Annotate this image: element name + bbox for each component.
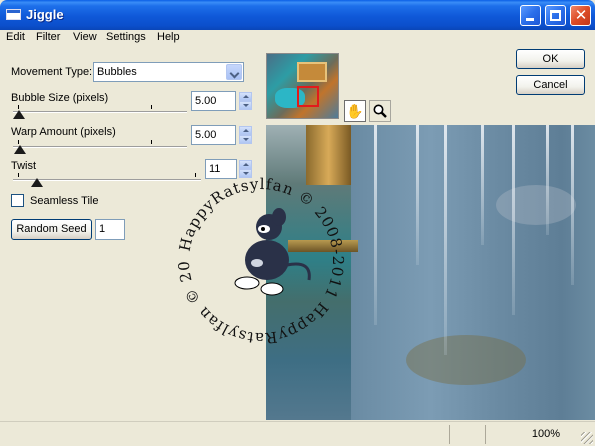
slider-tick xyxy=(151,140,152,144)
bubble-size-label: Bubble Size (pixels) xyxy=(11,92,109,104)
movement-type-label: Movement Type: xyxy=(11,66,93,78)
thumbnail-frame xyxy=(297,62,327,82)
seamless-tile-checkbox[interactable] xyxy=(11,194,24,207)
warp-amount-label: Warp Amount (pixels) xyxy=(11,126,116,138)
seamless-tile-label[interactable]: Seamless Tile xyxy=(30,195,98,207)
bubble-size-value: 5.00 xyxy=(195,95,217,107)
warp-amount-value: 5.00 xyxy=(195,129,217,141)
bubble-size-slider-thumb[interactable] xyxy=(13,110,25,119)
cancel-button[interactable]: Cancel xyxy=(516,75,585,95)
cartoon-rat-image xyxy=(234,208,311,296)
slider-tick xyxy=(18,140,19,144)
warp-amount-track[interactable] xyxy=(13,146,187,148)
warp-amount-input[interactable]: 5.00 xyxy=(191,125,236,145)
movement-type-select[interactable]: Bubbles xyxy=(93,62,244,82)
preview-drip xyxy=(571,125,574,285)
spin-up-icon[interactable] xyxy=(239,92,252,101)
spin-down-icon[interactable] xyxy=(239,101,252,110)
slider-tick xyxy=(18,105,19,109)
minimize-button[interactable] xyxy=(520,5,541,26)
slider-tick xyxy=(151,105,152,109)
preview-drip xyxy=(444,125,447,355)
warp-amount-slider-thumb[interactable] xyxy=(14,145,26,154)
close-button[interactable]: ✕ xyxy=(570,5,591,26)
menu-settings[interactable]: Settings xyxy=(106,31,146,43)
bubble-size-input[interactable]: 5.00 xyxy=(191,91,236,111)
warp-amount-spinner[interactable] xyxy=(239,126,252,144)
menu-help[interactable]: Help xyxy=(157,31,180,43)
status-bar: 100% xyxy=(0,421,595,446)
status-divider xyxy=(449,425,450,444)
random-seed-value: 1 xyxy=(99,223,106,235)
menu-bar: Edit Filter View Settings Help xyxy=(0,30,595,47)
twist-slider-thumb[interactable] xyxy=(31,178,43,187)
minimize-icon xyxy=(526,18,534,21)
resize-grip-icon[interactable] xyxy=(581,432,593,444)
twist-value: 11 xyxy=(209,163,221,175)
window-icon xyxy=(6,9,21,20)
preview-drip xyxy=(416,125,419,265)
spin-up-icon[interactable] xyxy=(239,160,252,169)
maximize-button[interactable] xyxy=(545,5,566,26)
zoom-level: 100% xyxy=(531,428,560,440)
maximize-icon xyxy=(550,10,561,21)
menu-edit[interactable]: Edit xyxy=(6,31,25,43)
navigator-view-rectangle[interactable] xyxy=(297,86,319,107)
ok-button[interactable]: OK xyxy=(516,49,585,69)
chevron-down-icon[interactable] xyxy=(226,64,242,80)
pan-hand-icon[interactable]: ✋ xyxy=(344,100,366,122)
bubble-size-spinner[interactable] xyxy=(239,92,252,110)
preview-drip xyxy=(512,125,515,315)
random-seed-input[interactable]: 1 xyxy=(95,219,125,240)
twist-label: Twist xyxy=(11,160,37,172)
spin-down-icon[interactable] xyxy=(239,135,252,144)
menu-view[interactable]: View xyxy=(73,31,97,43)
preview-drip xyxy=(546,125,549,235)
status-divider xyxy=(485,425,486,444)
magnifier-icon[interactable] xyxy=(369,100,391,122)
preview-texture xyxy=(496,185,576,225)
spin-up-icon[interactable] xyxy=(239,126,252,135)
close-icon: ✕ xyxy=(574,6,588,24)
title-bar[interactable]: Jiggle ✕ xyxy=(0,0,595,30)
slider-tick xyxy=(18,173,19,177)
menu-filter[interactable]: Filter xyxy=(36,31,60,43)
random-seed-button[interactable]: Random Seed xyxy=(11,219,92,240)
preview-drip xyxy=(374,125,377,325)
window-title: Jiggle xyxy=(26,7,64,22)
preview-texture xyxy=(406,335,526,385)
bubble-size-track[interactable] xyxy=(13,111,187,113)
movement-type-value: Bubbles xyxy=(97,66,137,78)
preview-drip xyxy=(481,125,484,245)
